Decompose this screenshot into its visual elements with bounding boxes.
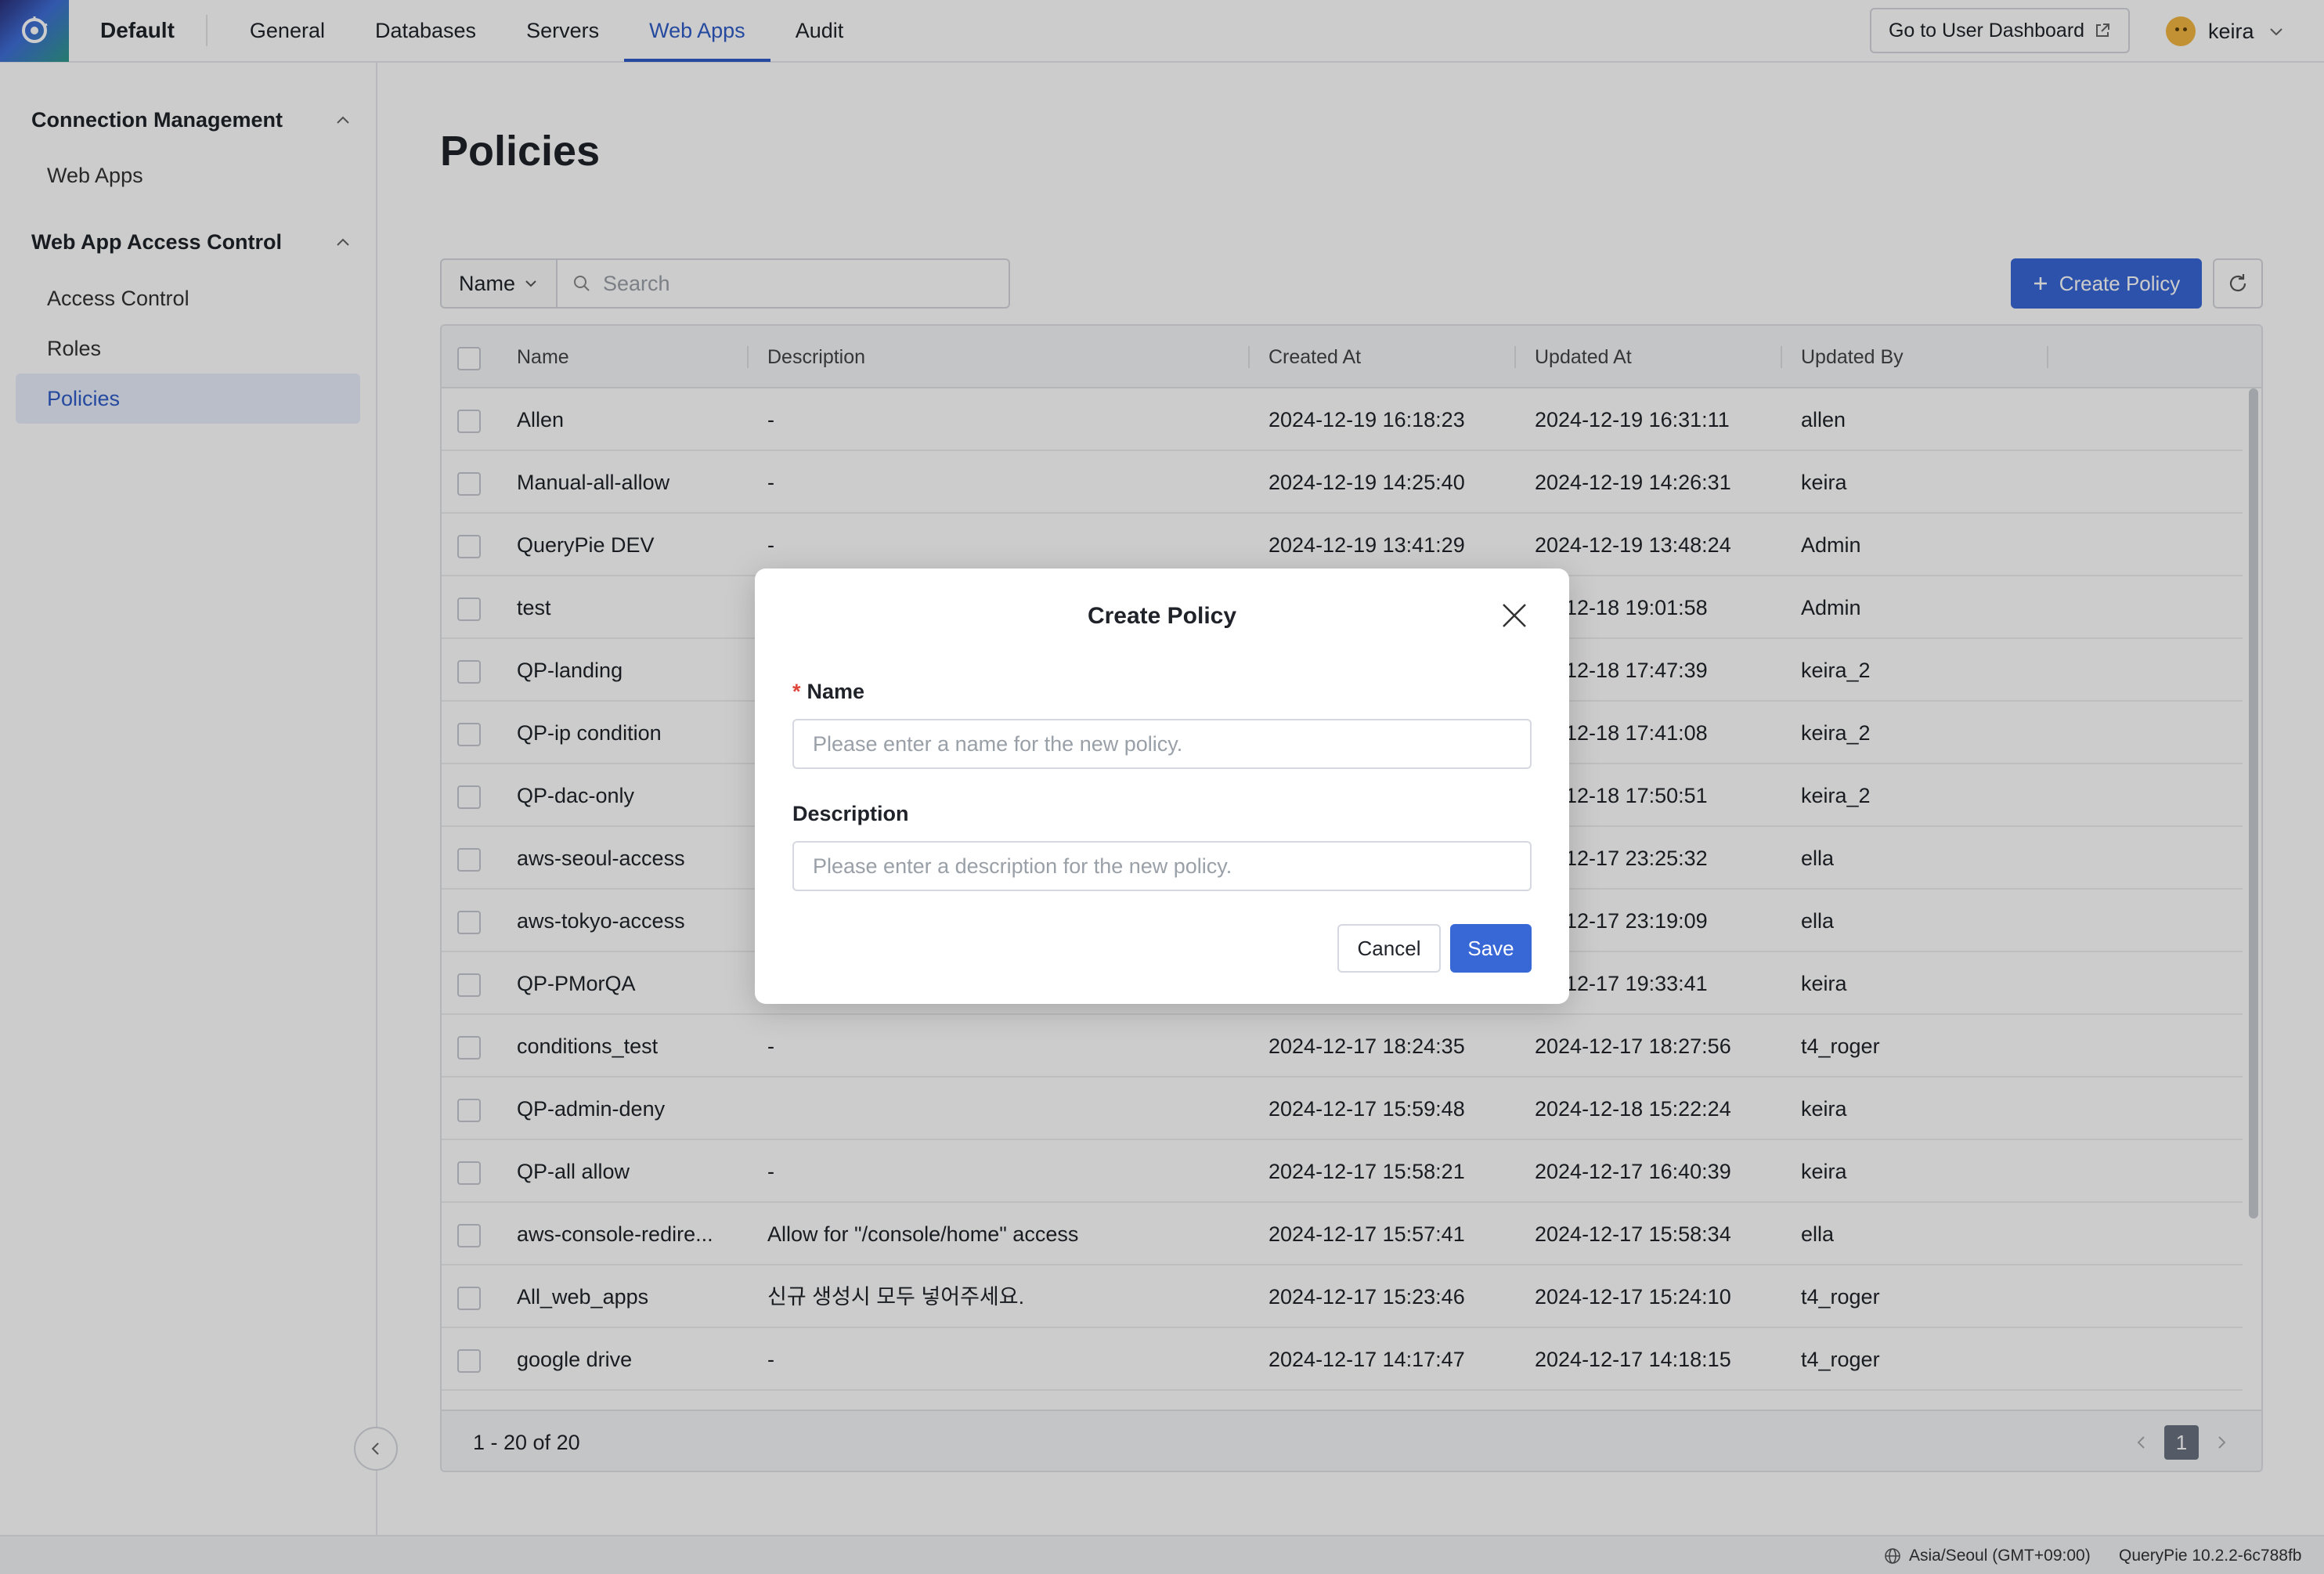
cancel-button[interactable]: Cancel — [1337, 924, 1441, 973]
policy-name-input[interactable] — [792, 719, 1532, 769]
create-policy-dialog: Create Policy * Name Description Cancel S… — [755, 569, 1569, 1004]
close-icon[interactable] — [1500, 601, 1528, 630]
description-field-label: Description — [792, 802, 909, 825]
policy-description-input[interactable] — [792, 841, 1532, 891]
dialog-title: Create Policy — [1087, 603, 1237, 629]
name-field-label: * Name — [792, 680, 864, 704]
required-marker: * — [792, 680, 801, 703]
name-label-text: Name — [807, 680, 865, 703]
save-button[interactable]: Save — [1450, 924, 1532, 973]
